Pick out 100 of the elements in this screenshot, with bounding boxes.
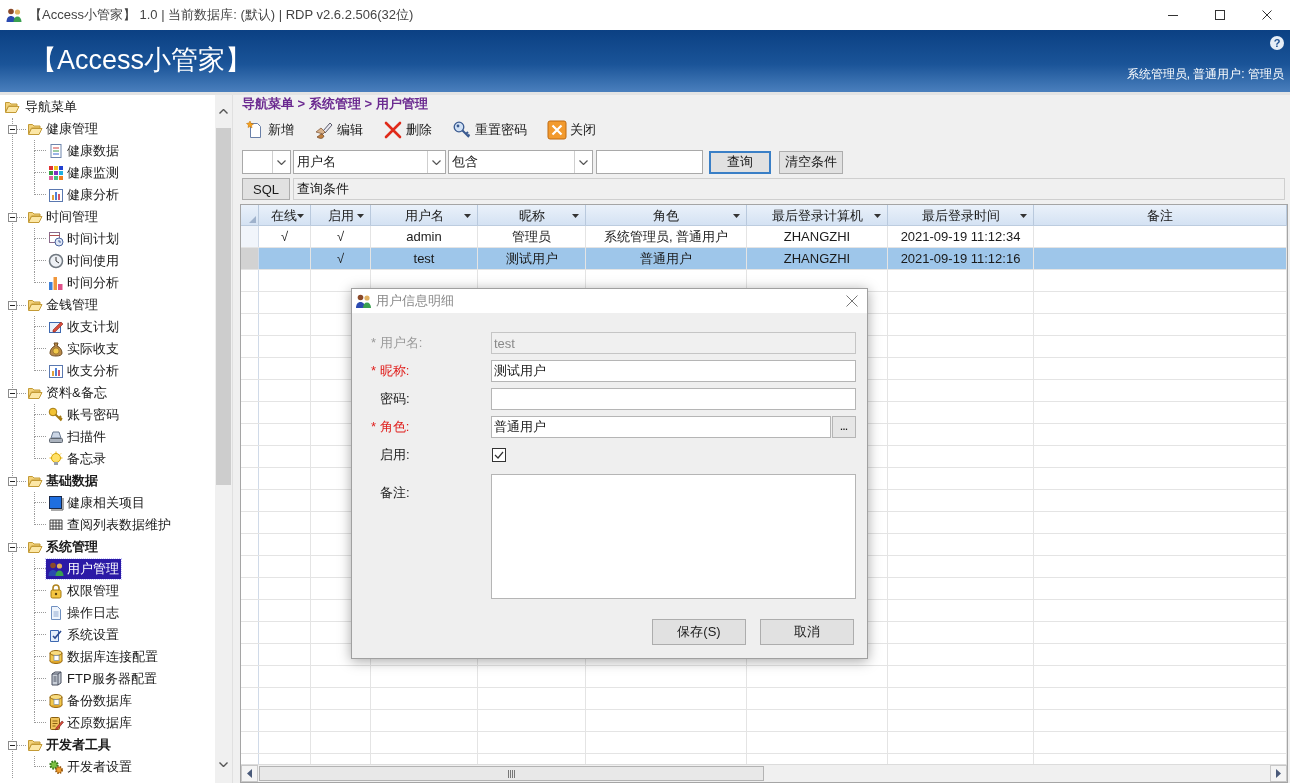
dialog-button[interactable]: 保存(S)	[652, 619, 746, 645]
user-roles: 系统管理员, 普通用户: 管理员	[1126, 66, 1284, 83]
dropdown-field[interactable]: 用户名	[293, 150, 446, 174]
column-header[interactable]: 昵称	[478, 205, 586, 225]
dialog-button[interactable]: 取消	[760, 619, 854, 645]
tree-item[interactable]: 基础数据	[44, 471, 100, 491]
clock-icon	[48, 253, 64, 269]
tree-item[interactable]: 时间分析	[46, 273, 121, 293]
tree-item[interactable]: 资料&备忘	[44, 383, 109, 403]
scroll-thumb[interactable]	[259, 766, 764, 781]
dropdown-arrow-icon[interactable]	[297, 213, 304, 218]
scroll-right-button[interactable]	[1270, 765, 1287, 782]
tree-item[interactable]: 导航菜单	[23, 97, 79, 117]
tree-item[interactable]: 时间管理	[44, 207, 100, 227]
tree-item[interactable]: 账号密码	[46, 405, 121, 425]
tree-item[interactable]: 备份数据库	[46, 691, 134, 711]
column-header[interactable]: 角色	[586, 205, 747, 225]
column-header[interactable]: 备注	[1034, 205, 1287, 225]
column-header[interactable]: 在线	[259, 205, 311, 225]
key-icon	[48, 407, 64, 423]
tree-toggle[interactable]	[8, 124, 17, 134]
window-icon	[48, 495, 64, 511]
table-cell: 系统管理员, 普通用户	[586, 226, 747, 247]
tree-item[interactable]: 用户管理	[46, 559, 121, 579]
tree-item[interactable]: 时间使用	[46, 251, 121, 271]
tree-toggle[interactable]	[8, 740, 17, 750]
sql-button[interactable]: SQL	[242, 178, 290, 200]
input-field[interactable]: 测试用户	[491, 360, 856, 382]
tree-item[interactable]: 还原数据库	[46, 713, 134, 733]
tree-item[interactable]: 系统管理	[44, 537, 100, 557]
input-field[interactable]	[491, 388, 856, 410]
tree-item[interactable]: 健康相关项目	[46, 493, 147, 513]
dropdown-field[interactable]: 包含	[448, 150, 593, 174]
column-header[interactable]: 启用	[311, 205, 371, 225]
input-field: test	[491, 332, 856, 354]
tree-item[interactable]: 系统设置	[46, 625, 121, 645]
chevron-down-icon	[579, 159, 588, 165]
toolbar-button[interactable]: 重置密码	[450, 117, 529, 143]
tree-item[interactable]: 开发者工具	[44, 735, 113, 755]
database-icon	[48, 649, 64, 665]
dropdown-arrow-icon[interactable]	[874, 213, 881, 218]
chevron-down-icon	[219, 761, 228, 767]
tree-toggle[interactable]	[8, 476, 17, 486]
table-cell: √	[311, 248, 371, 269]
tree-toggle[interactable]	[8, 212, 17, 222]
chevron-down-icon	[277, 159, 286, 165]
tree-item[interactable]: 操作日志	[46, 603, 121, 623]
tree-item[interactable]: 备忘录	[46, 449, 108, 469]
chevron-up-icon	[219, 109, 228, 114]
dropdown-field[interactable]	[242, 150, 291, 174]
users-icon	[48, 561, 64, 577]
table-row[interactable]: √ test 测试用户 普通用户 ZHANGZHI 2021-09-19 11:12:16	[241, 248, 1287, 270]
folder-icon	[4, 99, 20, 115]
tree-item[interactable]: 收支分析	[46, 361, 121, 381]
table-cell: test	[371, 248, 478, 269]
tree-item[interactable]: 实际收支	[46, 339, 121, 359]
dropdown-arrow-icon[interactable]	[357, 213, 364, 218]
dropdown-arrow-icon[interactable]	[733, 213, 740, 218]
tree-toggle[interactable]	[8, 542, 17, 552]
input-field[interactable]	[596, 150, 703, 174]
tree-item[interactable]: 扫描件	[46, 427, 108, 447]
tree-item[interactable]: 健康管理	[44, 119, 100, 139]
column-header[interactable]: 最后登录计算机	[747, 205, 888, 225]
tree-item[interactable]: 查阅列表数据维护	[46, 515, 173, 535]
table-icon	[48, 517, 64, 533]
tree-item[interactable]: 开发者设置	[46, 757, 134, 777]
input-field[interactable]: 普通用户	[491, 416, 831, 438]
tree-item[interactable]: 金钱管理	[44, 295, 100, 315]
delete-icon	[383, 120, 403, 140]
toolbar-button[interactable]: 新增	[243, 117, 296, 143]
checkbox[interactable]	[492, 448, 506, 462]
tree-item[interactable]: 时间计划	[46, 229, 121, 249]
condition-field: 查询条件	[293, 178, 1285, 200]
tree-toggle[interactable]	[8, 300, 17, 310]
query-button[interactable]: 清空条件	[779, 150, 843, 174]
grip-icon	[507, 769, 516, 778]
tree-item[interactable]: 收支计划	[46, 317, 121, 337]
tree-item[interactable]: 健康数据	[46, 141, 121, 161]
tree-item[interactable]: 健康分析	[46, 185, 121, 205]
toolbar-button[interactable]: 删除	[381, 117, 434, 143]
column-header[interactable]: 用户名	[371, 205, 478, 225]
toolbar-button[interactable]: 关闭	[545, 117, 598, 143]
scroll-thumb[interactable]	[216, 128, 231, 485]
tree-item[interactable]: FTP服务器配置	[46, 669, 159, 689]
toolbar-button[interactable]: 编辑	[312, 117, 365, 143]
dropdown-arrow-icon[interactable]	[1020, 213, 1027, 218]
query-button[interactable]: 查询	[709, 150, 771, 174]
tree-item[interactable]: 权限管理	[46, 581, 121, 601]
checked-document-icon	[48, 627, 64, 643]
browse-button[interactable]: ...	[832, 416, 856, 438]
scroll-left-button[interactable]	[241, 765, 258, 782]
tree-toggle[interactable]	[8, 388, 17, 398]
field-label: 启用:	[379, 446, 411, 464]
tree-item[interactable]: 数据库连接配置	[46, 647, 160, 667]
tree-item[interactable]: 健康监测	[46, 163, 121, 183]
document-icon	[48, 605, 64, 621]
dropdown-arrow-icon[interactable]	[464, 213, 471, 218]
column-header[interactable]: 最后登录时间	[888, 205, 1034, 225]
help-button[interactable]: ?	[1270, 36, 1284, 50]
dropdown-arrow-icon[interactable]	[572, 213, 579, 218]
